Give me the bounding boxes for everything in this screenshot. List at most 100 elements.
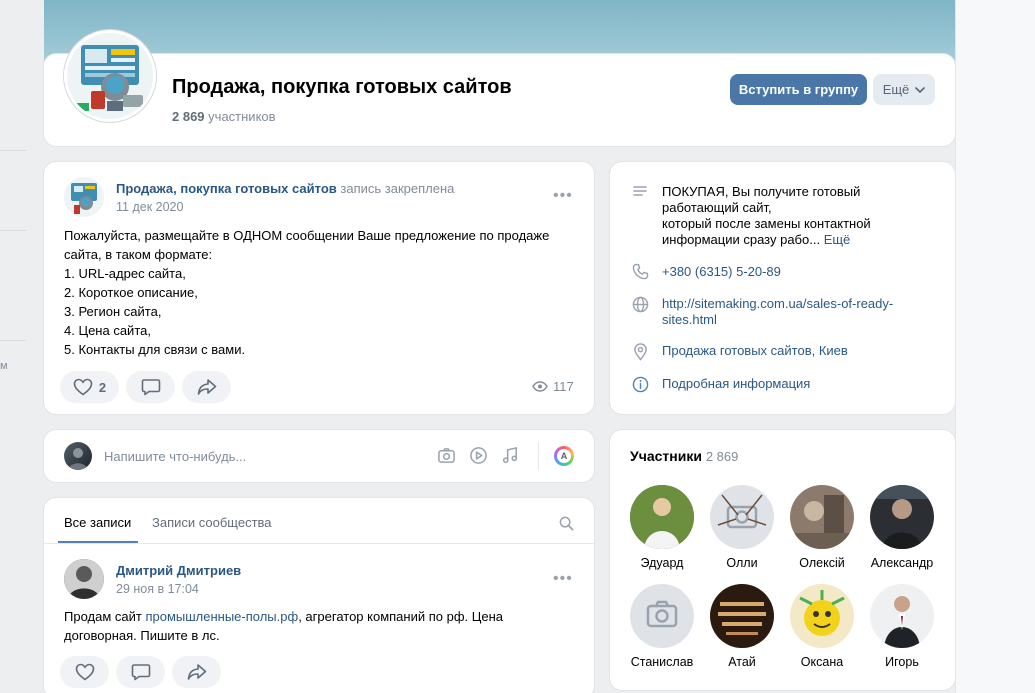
more-button[interactable]: Ещё <box>873 74 935 105</box>
phone-number[interactable]: +380 (6315) 5-20-89 <box>662 264 781 280</box>
member-avatar[interactable] <box>790 485 854 549</box>
composer-divider <box>538 443 539 469</box>
tab-community-posts[interactable]: Записи сообщества <box>152 515 272 530</box>
group-avatar[interactable] <box>64 30 156 122</box>
post-author-name[interactable]: Дмитрий Дмитриев <box>116 563 241 578</box>
location-icon <box>634 343 647 361</box>
composer-input[interactable]: Напишите что-нибудь... <box>104 449 246 464</box>
user-avatar[interactable] <box>64 442 92 470</box>
group-title: Продажа, покупка готовых сайтов <box>172 76 512 98</box>
description-line: информации сразу рабо... Ещё <box>662 232 871 248</box>
globe-icon <box>632 296 649 313</box>
members-number: 2 869 <box>172 109 205 124</box>
post-menu-button[interactable]: ••• <box>553 187 573 205</box>
members-title[interactable]: Участники 2 869 <box>630 448 738 464</box>
post-menu-button[interactable]: ••• <box>553 570 573 588</box>
description-line: ПОКУПАЯ, Вы получите готовый <box>662 184 861 199</box>
post-line: Продам сайт промышленные-полы.рф, агрега… <box>64 607 534 626</box>
location-link[interactable]: Продажа готовых сайтов, Киев <box>662 343 848 359</box>
ai-icon[interactable]: A <box>554 446 574 466</box>
like-icon <box>73 378 93 396</box>
member-avatar[interactable] <box>710 584 774 648</box>
description-more-link[interactable]: Ещё <box>824 232 851 247</box>
member-avatar[interactable] <box>710 485 774 549</box>
member-avatar[interactable] <box>870 584 934 648</box>
divider <box>0 340 26 341</box>
website-line[interactable]: http://sitemaking.com.ua/sales-of-ready- <box>662 296 893 312</box>
post-text-part: Продам сайт <box>64 609 146 624</box>
join-group-button[interactable]: Вступить в группу <box>730 74 867 105</box>
description-tail: информации сразу рабо... <box>662 232 821 247</box>
ai-letter: A <box>557 449 571 463</box>
phone-icon <box>632 263 649 280</box>
divider <box>0 230 26 231</box>
group-members-count[interactable]: 2 869 участников <box>172 109 276 124</box>
members-title-text: Участники <box>630 448 702 464</box>
post-line: 4. Цена сайта, <box>64 323 151 338</box>
member-avatar[interactable] <box>630 485 694 549</box>
post-text: Пожалуйста, размещайте в ОДНОМ сообщении… <box>64 226 549 359</box>
like-button[interactable]: 2 <box>60 371 119 403</box>
comment-icon <box>141 379 160 396</box>
sidebar-fragment: м <box>0 360 8 372</box>
comment-button[interactable] <box>126 371 175 403</box>
member-name[interactable]: Александр <box>860 556 944 570</box>
more-label: Ещё <box>882 82 910 97</box>
post-author-avatar[interactable] <box>64 559 104 599</box>
text-icon <box>633 186 647 196</box>
post-line: 2. Короткое описание, <box>64 285 198 300</box>
comment-button[interactable] <box>116 656 165 688</box>
video-icon[interactable] <box>469 446 488 465</box>
members-title-count: 2 869 <box>705 449 739 464</box>
tab-all-posts[interactable]: Все записи <box>64 515 131 530</box>
views-count: 117 <box>553 379 574 394</box>
search-icon[interactable] <box>559 516 574 531</box>
details-link[interactable]: Подробная информация <box>662 376 810 392</box>
description-line: который после замены контактной <box>662 216 871 231</box>
member-name[interactable]: Олексій <box>780 556 864 570</box>
member-name[interactable]: Станислав <box>620 655 704 669</box>
author-link[interactable]: Продажа, покупка готовых сайтов <box>116 181 337 196</box>
post-link[interactable]: промышленные-полы.рф <box>145 609 298 624</box>
member-name[interactable]: Игорь <box>860 655 944 669</box>
share-button[interactable] <box>172 656 221 688</box>
like-count: 2 <box>98 379 107 395</box>
music-icon[interactable] <box>501 446 520 465</box>
like-icon <box>75 663 94 681</box>
phone-link[interactable]: +380 (6315) 5-20-89 <box>662 264 781 279</box>
share-icon <box>197 379 216 395</box>
post-line: 3. Регион сайта, <box>64 304 162 319</box>
member-name[interactable]: Атай <box>700 655 784 669</box>
member-name[interactable]: Эдуард <box>620 556 704 570</box>
post-line: сайта, в таком формате: <box>64 247 213 262</box>
pinned-note: запись закреплена <box>340 181 455 196</box>
website-line[interactable]: sites.html <box>662 312 893 328</box>
website-link[interactable]: http://sitemaking.com.ua/sales-of-ready-… <box>662 296 893 328</box>
post-text: Продам сайт промышленные-полы.рф, агрега… <box>64 607 534 645</box>
post-line: договорная. Пишите в лс. <box>64 628 220 643</box>
right-page-margin <box>955 0 1035 693</box>
divider <box>0 150 26 151</box>
like-button[interactable] <box>60 656 109 688</box>
member-name[interactable]: Оксана <box>780 655 864 669</box>
views-counter: 117 <box>532 379 574 394</box>
member-avatar[interactable] <box>870 485 934 549</box>
post-text-part: , агрегатор компаний по рф. Цена <box>298 609 504 624</box>
info-icon <box>632 376 649 393</box>
camera-icon[interactable] <box>437 446 456 465</box>
share-button[interactable] <box>182 371 231 403</box>
post-author-name[interactable]: Продажа, покупка готовых сайтов запись з… <box>116 181 454 196</box>
left-sidebar-edge: м <box>0 0 26 693</box>
group-description: ПОКУПАЯ, Вы получите готовый работающий … <box>662 184 871 248</box>
member-avatar[interactable] <box>630 584 694 648</box>
post-author-avatar[interactable] <box>64 177 104 217</box>
location-text[interactable]: Продажа готовых сайтов, Киев <box>662 343 848 358</box>
member-name[interactable]: Олли <box>700 556 784 570</box>
post-line: 5. Контакты для связи с вами. <box>64 342 246 357</box>
post-date[interactable]: 29 ноя в 17:04 <box>116 582 199 596</box>
details-text[interactable]: Подробная информация <box>662 376 810 391</box>
post-date[interactable]: 11 дек 2020 <box>116 200 183 214</box>
tabs-divider <box>44 543 594 544</box>
share-icon <box>187 664 206 680</box>
member-avatar[interactable] <box>790 584 854 648</box>
